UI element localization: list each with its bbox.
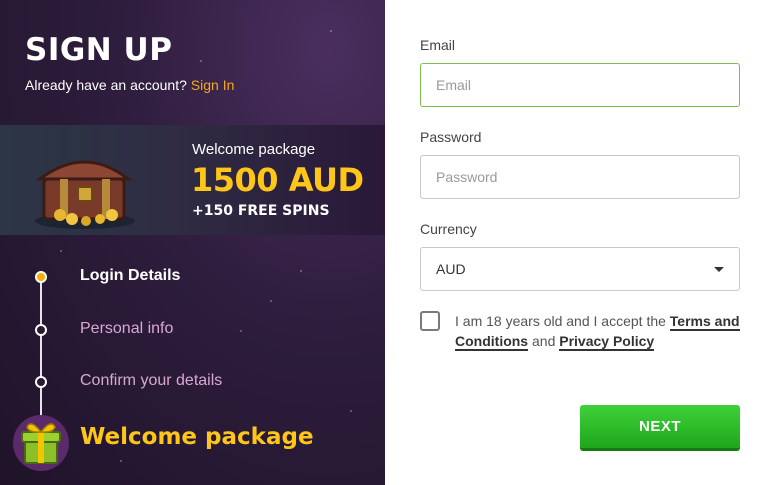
signup-form-panel: Email Password Currency AUD I am 18 year…	[385, 0, 774, 485]
page-title: SIGN UP	[25, 32, 173, 68]
next-button[interactable]: NEXT	[580, 405, 740, 448]
step-indicator-confirm	[35, 376, 47, 388]
step-indicator-login	[35, 271, 47, 283]
banner-spins: +150 FREE SPINS	[192, 203, 330, 219]
chevron-down-icon	[714, 266, 724, 272]
step-welcome-package: Welcome package	[80, 424, 314, 450]
welcome-banner: Welcome package 1500 AUD +150 FREE SPINS	[0, 125, 385, 235]
banner-label: Welcome package	[192, 141, 316, 158]
email-label: Email	[420, 37, 456, 53]
step-indicator-personal	[35, 324, 47, 336]
left-panel: SIGN UP Already have an account? Sign In…	[0, 0, 385, 485]
age-terms-checkbox[interactable]	[420, 311, 440, 331]
signin-link[interactable]: Sign In	[191, 77, 235, 93]
step-confirm-details: Confirm your details	[80, 372, 223, 389]
email-field[interactable]	[420, 63, 740, 107]
terms-text: I am 18 years old and I accept the Terms…	[455, 311, 745, 351]
currency-label: Currency	[420, 221, 477, 237]
treasure-chest-icon	[35, 160, 135, 229]
password-field[interactable]	[420, 155, 740, 199]
terms-conjunction: and	[532, 333, 556, 349]
banner-amount: 1500 AUD	[191, 161, 364, 199]
gift-icon	[13, 415, 69, 471]
signin-prompt-row: Already have an account? Sign In	[25, 77, 234, 93]
currency-select[interactable]: AUD	[420, 247, 740, 291]
password-label: Password	[420, 129, 482, 145]
step-login-details: Login Details	[80, 267, 181, 284]
steps-connector-line	[40, 277, 42, 427]
currency-selected-value: AUD	[436, 261, 466, 277]
step-personal-info: Personal info	[80, 320, 174, 337]
signup-steps: Login Details Personal info Confirm your…	[0, 255, 385, 485]
privacy-policy-link[interactable]: Privacy Policy	[559, 333, 655, 351]
terms-prefix: I am 18 years old and I accept the	[455, 313, 666, 329]
signin-prompt-text: Already have an account?	[25, 77, 187, 93]
